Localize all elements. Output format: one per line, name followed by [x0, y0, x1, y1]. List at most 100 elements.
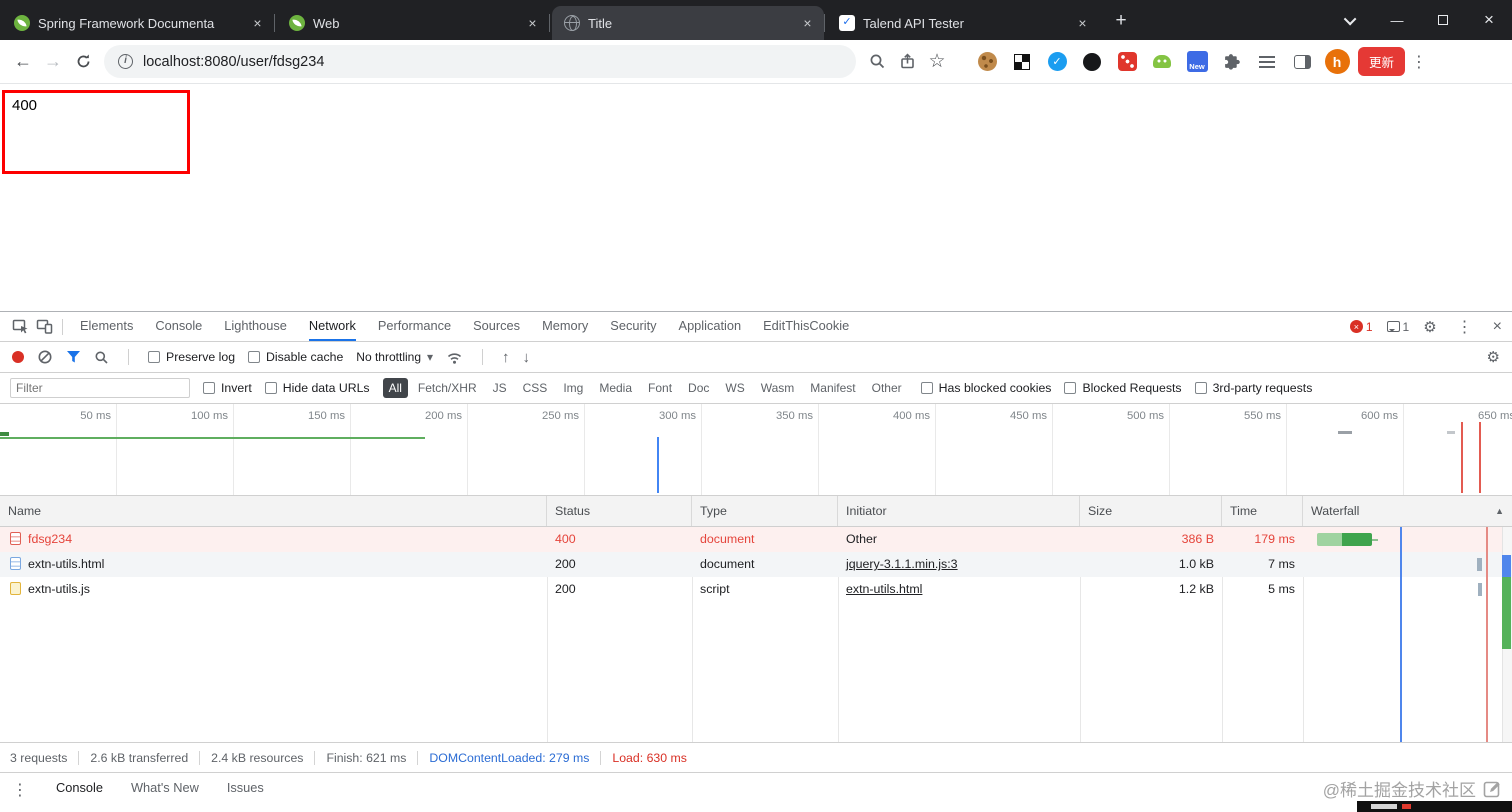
column-header-type[interactable]: Type — [692, 496, 838, 526]
issues-count-badge[interactable]: 1 — [1386, 320, 1409, 334]
table-row-fdsg234[interactable]: fdsg234 400 document Other 386 B 179 ms — [0, 527, 1512, 552]
url-text[interactable]: localhost:8080/user/fdsg234 — [143, 54, 324, 70]
inspect-element-icon[interactable] — [8, 315, 32, 339]
red-dice-extension-icon[interactable] — [1114, 49, 1140, 75]
throttling-dropdown[interactable]: No throttling ▾ — [356, 350, 433, 364]
devtools-close-icon[interactable]: × — [1493, 318, 1502, 336]
filter-chip-js[interactable]: JS — [487, 378, 513, 398]
side-panel-icon[interactable] — [1289, 49, 1315, 75]
filter-chip-wasm[interactable]: Wasm — [755, 378, 801, 398]
hide-data-urls-checkbox[interactable]: Hide data URLs — [264, 381, 370, 395]
network-conditions-icon[interactable] — [446, 350, 463, 365]
filter-chip-media[interactable]: Media — [593, 378, 638, 398]
devtools-tab-performance[interactable]: Performance — [378, 312, 451, 341]
playlist-icon[interactable] — [1254, 49, 1280, 75]
checkbox[interactable] — [203, 382, 215, 394]
new-badge-extension-icon[interactable]: New — [1184, 49, 1210, 75]
new-tab-button[interactable]: + — [1107, 8, 1135, 36]
maximize-button[interactable] — [1420, 0, 1466, 40]
extensions-puzzle-icon[interactable] — [1219, 49, 1245, 75]
minimize-button[interactable]: — — [1374, 0, 1420, 40]
devtools-tab-memory[interactable]: Memory — [542, 312, 588, 341]
devtools-tab-lighthouse[interactable]: Lighthouse — [224, 312, 287, 341]
cookie-extension-icon[interactable] — [974, 49, 1000, 75]
filter-chip-fetch-xhr[interactable]: Fetch/XHR — [412, 378, 483, 398]
cell-initiator-link[interactable]: extn-utils.html — [838, 577, 1080, 602]
address-bar[interactable]: i localhost:8080/user/fdsg234 — [104, 45, 856, 78]
filter-chip-manifest[interactable]: Manifest — [804, 378, 861, 398]
clear-button[interactable] — [37, 349, 53, 365]
checkbox[interactable] — [148, 351, 160, 363]
column-header-name[interactable]: Name — [0, 496, 547, 526]
checkbox[interactable] — [264, 382, 277, 394]
column-header-waterfall[interactable]: Waterfall ▲ — [1303, 496, 1512, 526]
invert-checkbox[interactable]: Invert — [203, 381, 252, 395]
device-toolbar-icon[interactable] — [32, 315, 56, 339]
bookmark-star-icon[interactable]: ☆ — [922, 47, 952, 77]
search-icon[interactable] — [94, 350, 109, 365]
browser-tab-talend[interactable]: ✓ Talend API Tester × — [827, 6, 1099, 40]
import-har-icon[interactable]: ↑ — [502, 349, 510, 366]
tab-close-icon[interactable]: × — [524, 15, 541, 32]
drawer-tab-console[interactable]: Console — [56, 780, 103, 795]
cell-name[interactable]: fdsg234 — [0, 527, 547, 552]
devtools-tab-elements[interactable]: Elements — [80, 312, 133, 341]
devtools-tab-application[interactable]: Application — [679, 312, 742, 341]
table-row-extn-utils-html[interactable]: extn-utils.html 200 document jquery-3.1.… — [0, 552, 1512, 577]
column-header-time[interactable]: Time — [1222, 496, 1303, 526]
export-har-icon[interactable]: ↓ — [523, 349, 531, 366]
check-extension-icon[interactable]: ✓ — [1044, 49, 1070, 75]
devtools-tab-network[interactable]: Network — [308, 312, 356, 341]
tab-close-icon[interactable]: × — [249, 15, 266, 32]
filter-chip-ws[interactable]: WS — [719, 378, 750, 398]
checkbox[interactable] — [920, 382, 933, 394]
filter-chip-all[interactable]: All — [382, 378, 408, 398]
cell-initiator-link[interactable]: jquery-3.1.1.min.js:3 — [838, 552, 1080, 577]
reload-button[interactable] — [68, 47, 98, 77]
devtools-tab-security[interactable]: Security — [610, 312, 656, 341]
sort-asc-icon[interactable]: ▲ — [1495, 506, 1504, 516]
zoom-search-icon[interactable] — [862, 47, 892, 77]
column-header-initiator[interactable]: Initiator — [838, 496, 1080, 526]
share-icon[interactable] — [892, 47, 922, 77]
column-header-status[interactable]: Status — [547, 496, 692, 526]
close-window-button[interactable]: × — [1466, 0, 1512, 40]
blocked-requests-checkbox[interactable]: Blocked Requests — [1064, 381, 1182, 395]
filter-input[interactable] — [10, 378, 190, 398]
disable-cache-checkbox[interactable]: Disable cache — [248, 350, 343, 364]
filter-chip-css[interactable]: CSS — [517, 378, 554, 398]
back-button[interactable]: ← — [8, 47, 38, 77]
update-button[interactable]: 更新 — [1358, 47, 1406, 76]
browser-menu-kebab-icon[interactable]: ⋮ — [1405, 52, 1433, 72]
devtools-kebab-icon[interactable]: ⋮ — [1451, 317, 1479, 337]
android-extension-icon[interactable] — [1149, 49, 1175, 75]
filter-chip-doc[interactable]: Doc — [682, 378, 715, 398]
cell-name[interactable]: extn-utils.html — [0, 552, 547, 577]
devtools-settings-gear-icon[interactable]: ⚙ — [1423, 318, 1436, 336]
checkbox[interactable] — [248, 351, 261, 363]
cell-name[interactable]: extn-utils.js — [0, 577, 547, 602]
dark-reader-extension-icon[interactable] — [1079, 49, 1105, 75]
checkbox[interactable] — [1064, 382, 1077, 394]
column-header-size[interactable]: Size — [1080, 496, 1222, 526]
has-blocked-cookies-checkbox[interactable]: Has blocked cookies — [920, 381, 1051, 395]
devtools-tab-console[interactable]: Console — [155, 312, 202, 341]
drawer-tab-issues[interactable]: Issues — [227, 780, 264, 795]
browser-tab-title-active[interactable]: Title × — [552, 6, 824, 40]
tab-close-icon[interactable]: × — [1074, 15, 1091, 32]
filter-chip-other[interactable]: Other — [866, 378, 908, 398]
record-button[interactable] — [12, 351, 24, 363]
browser-tab-spring-docs[interactable]: Spring Framework Documenta × — [2, 6, 274, 40]
checkbox[interactable] — [1194, 382, 1207, 394]
scrollbar-green-segment[interactable] — [1502, 577, 1511, 649]
network-settings-gear-icon[interactable]: ⚙ — [1487, 348, 1500, 366]
network-timeline-overview[interactable]: 50 ms 100 ms 150 ms 200 ms 250 ms 300 ms… — [0, 404, 1512, 496]
profile-avatar[interactable]: h — [1324, 49, 1350, 75]
filter-chip-img[interactable]: Img — [557, 378, 589, 398]
error-count-badge[interactable]: × 1 — [1349, 320, 1373, 334]
devtools-tab-sources[interactable]: Sources — [473, 312, 520, 341]
filter-funnel-icon[interactable] — [66, 350, 81, 364]
page-info-icon[interactable]: i — [118, 54, 133, 69]
browser-tab-web[interactable]: Web × — [277, 6, 549, 40]
drawer-tab-whats-new[interactable]: What's New — [131, 780, 199, 795]
